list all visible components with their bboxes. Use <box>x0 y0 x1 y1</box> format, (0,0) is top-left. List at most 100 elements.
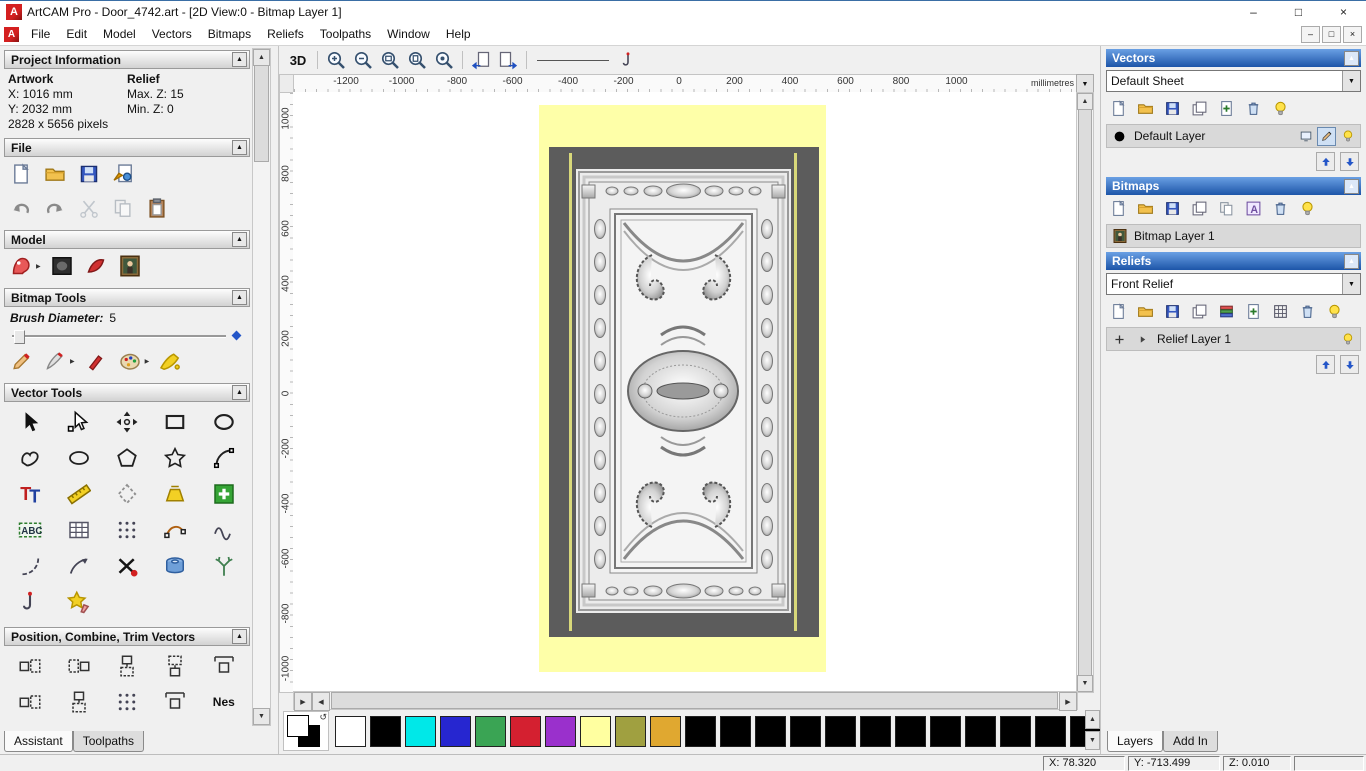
align-bottom-tool[interactable] <box>151 650 199 682</box>
palette-swatch-10[interactable] <box>685 715 716 747</box>
open-vector-layer-button[interactable] <box>1135 98 1155 118</box>
align-top-tool[interactable] <box>103 650 151 682</box>
add-relief-icon[interactable] <box>1111 331 1128 348</box>
align-centre-tool[interactable] <box>200 650 248 682</box>
palette-swatch-5[interactable] <box>510 715 541 747</box>
next-view-button[interactable] <box>496 49 520 71</box>
palette-swatch-9[interactable] <box>650 715 681 747</box>
snap-points-tool[interactable] <box>151 686 199 718</box>
create-arc-tool[interactable] <box>200 442 248 474</box>
layer-snap-icon[interactable] <box>1297 128 1314 145</box>
new-relief-layer-button[interactable] <box>1108 301 1128 321</box>
duplicate-relief-button[interactable] <box>1243 301 1263 321</box>
ruler-units-dropdown[interactable]: ▼ <box>1076 74 1094 94</box>
cut-button[interactable] <box>76 195 102 221</box>
toggle-all-visibility-button[interactable] <box>1270 98 1290 118</box>
palette-swatch-19[interactable] <box>1000 715 1031 747</box>
layer-edit-icon[interactable] <box>1317 126 1336 146</box>
load-image-button[interactable] <box>117 253 143 279</box>
scroll-left-button[interactable]: ◀ <box>312 692 330 711</box>
close-button[interactable]: × <box>1321 1 1366 23</box>
layer-visibility-icon[interactable] <box>1339 128 1356 145</box>
chevron-down-icon[interactable]: ▼ <box>1342 71 1360 91</box>
palette-swatch-4[interactable] <box>475 715 506 747</box>
collapse-file-button[interactable]: ▲ <box>232 140 247 155</box>
menu-bitmaps[interactable]: Bitmaps <box>200 24 259 44</box>
relief-stack-button[interactable] <box>1216 301 1236 321</box>
small-brush-tool-button[interactable] <box>83 348 109 374</box>
save-model-button[interactable] <box>76 161 102 187</box>
colour-palette-dropdown-caret[interactable]: ▶ <box>145 358 150 365</box>
palette-swatch-17[interactable] <box>930 715 961 747</box>
nesting-text-tool[interactable]: Nes <box>200 686 248 718</box>
palette-swatch-7[interactable] <box>580 715 611 747</box>
primary-colour-swatch[interactable] <box>287 715 309 737</box>
collapse-vectors-button[interactable]: ▲ <box>1344 50 1359 66</box>
menu-model[interactable]: Model <box>95 24 144 44</box>
zoom-objects-button[interactable] <box>432 49 456 71</box>
palette-swatch-14[interactable] <box>825 715 856 747</box>
zoom-in-button[interactable] <box>324 49 348 71</box>
palette-swatch-18[interactable] <box>965 715 996 747</box>
align-right-tool[interactable] <box>54 650 102 682</box>
move-layer-up-button[interactable] <box>1316 152 1335 171</box>
align-v-tool[interactable] <box>54 686 102 718</box>
mdi-minimize-button[interactable]: – <box>1301 25 1320 43</box>
curve-arrow-tool[interactable] <box>54 550 102 582</box>
pane-split-button[interactable]: ▶ <box>294 692 312 711</box>
merge-bitmap-layers-button[interactable] <box>1189 198 1209 218</box>
interpolate-tool[interactable] <box>6 586 54 618</box>
move-relief-up-button[interactable] <box>1316 355 1335 374</box>
save-vector-layer-button[interactable] <box>1162 98 1182 118</box>
create-text-tool[interactable]: TT <box>6 478 54 510</box>
tab-add-in[interactable]: Add In <box>1163 731 1218 752</box>
menu-window[interactable]: Window <box>379 24 438 44</box>
distribute-tool[interactable] <box>103 686 151 718</box>
palette-swatch-15[interactable] <box>860 715 891 747</box>
draw-tool-button[interactable] <box>8 348 34 374</box>
new-model-button[interactable] <box>8 161 34 187</box>
menu-reliefs[interactable]: Reliefs <box>259 24 312 44</box>
menu-toolpaths[interactable]: Toolpaths <box>312 24 379 44</box>
import-model-button[interactable] <box>110 161 136 187</box>
palette-swatch-8[interactable] <box>615 715 646 747</box>
palette-swatch-2[interactable] <box>405 715 436 747</box>
paint-tool-dropdown-caret[interactable]: ▶ <box>70 358 75 365</box>
sculpt-tool-button[interactable] <box>83 253 109 279</box>
save-bitmap-layer-button[interactable] <box>1162 198 1182 218</box>
palette-swatch-20[interactable] <box>1035 715 1066 747</box>
scroll-up-button[interactable]: ▲ <box>253 49 270 66</box>
relief-layer-row[interactable]: Relief Layer 1 <box>1106 327 1361 351</box>
scroll-down-button[interactable]: ▼ <box>253 708 270 725</box>
create-relief-button[interactable] <box>8 253 34 279</box>
brush-diameter-slider[interactable] <box>12 328 242 344</box>
primary-secondary-colour[interactable]: ↺ <box>283 711 329 751</box>
drawing-canvas[interactable] <box>293 92 1076 691</box>
menu-vectors[interactable]: Vectors <box>144 24 200 44</box>
nesting-tool[interactable] <box>103 514 151 546</box>
node-editing-tool[interactable] <box>54 406 102 438</box>
text-on-curve-tool[interactable]: ABC <box>6 514 54 546</box>
flood-fill-button[interactable] <box>157 348 183 374</box>
collapse-reliefs-button[interactable]: ▲ <box>1344 253 1359 269</box>
new-bitmap-layer-button[interactable] <box>1108 198 1128 218</box>
scroll-down-button[interactable]: ▼ <box>1077 675 1093 692</box>
new-vector-layer-button[interactable] <box>1108 98 1128 118</box>
collapse-vector-tools-button[interactable]: ▲ <box>232 385 247 400</box>
palette-swatch-6[interactable] <box>545 715 576 747</box>
array-copy-tool[interactable] <box>54 514 102 546</box>
collapse-model-button[interactable]: ▲ <box>232 232 247 247</box>
vector-texture-tool[interactable] <box>54 586 102 618</box>
palette-scrollbar[interactable]: ▲ ▼ <box>1085 710 1100 750</box>
scrollbar-thumb[interactable] <box>254 65 269 162</box>
toggle-relief-visibility-button[interactable] <box>1324 301 1344 321</box>
palette-swatch-12[interactable] <box>755 715 786 747</box>
create-rectangle-tool[interactable] <box>151 406 199 438</box>
create-star-tool[interactable] <box>151 442 199 474</box>
arc-fit-tool[interactable] <box>6 550 54 582</box>
move-relief-down-button[interactable] <box>1340 355 1359 374</box>
copy-button[interactable] <box>110 195 136 221</box>
mdi-close-button[interactable]: × <box>1343 25 1362 43</box>
menu-help[interactable]: Help <box>438 24 479 44</box>
open-model-button[interactable] <box>42 161 68 187</box>
